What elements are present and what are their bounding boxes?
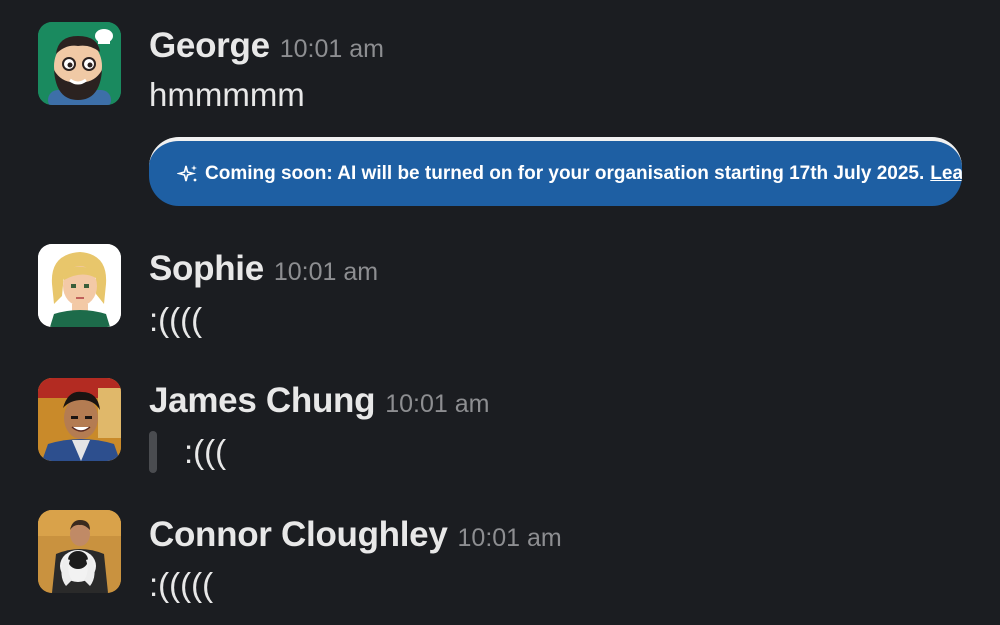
photo-smiling-man-avatar-icon (38, 378, 121, 461)
message-text: :((( (184, 433, 227, 470)
banner-text: Coming soon: AI will be turned on for yo… (205, 162, 925, 184)
sender-name[interactable]: Sophie (149, 249, 264, 288)
message-timestamp[interactable]: 10:01 am (385, 390, 489, 418)
pixel-art-blonde-woman-avatar-icon (38, 244, 121, 327)
message-timestamp[interactable]: 10:01 am (274, 258, 378, 286)
message-text: :((((( (149, 566, 214, 603)
photo-man-with-dog-avatar-icon (38, 510, 121, 593)
ai-announcement-banner: Coming soon: AI will be turned on for yo… (149, 137, 962, 206)
message-header: James Chung 10:01 am (149, 381, 489, 421)
message-timestamp[interactable]: 10:01 am (458, 524, 562, 552)
message-text: hmmmmm (149, 76, 305, 113)
message-text: :(((( (149, 301, 203, 338)
chat-message-list: George 10:01 am hmmmmm Coming soon: AI wi… (0, 0, 1000, 625)
message-header: George 10:01 am (149, 26, 384, 66)
learn-more-link[interactable]: Learn more (930, 163, 962, 185)
sender-name[interactable]: Connor Cloughley (149, 515, 448, 554)
message-header: Connor Cloughley 10:01 am (149, 515, 562, 555)
sender-name[interactable]: George (149, 26, 270, 65)
avatar-george[interactable] (38, 22, 121, 105)
quote-bar (149, 431, 157, 473)
avatar-sophie[interactable] (38, 244, 121, 327)
sender-name[interactable]: James Chung (149, 381, 376, 420)
message-header: Sophie 10:01 am (149, 249, 378, 289)
avatar-james-chung[interactable] (38, 378, 121, 461)
avatar-connor-cloughley[interactable] (38, 510, 121, 593)
sparkle-icon (177, 164, 197, 181)
message-timestamp[interactable]: 10:01 am (280, 35, 384, 63)
cartoon-bearded-chef-avatar-icon (38, 22, 121, 105)
